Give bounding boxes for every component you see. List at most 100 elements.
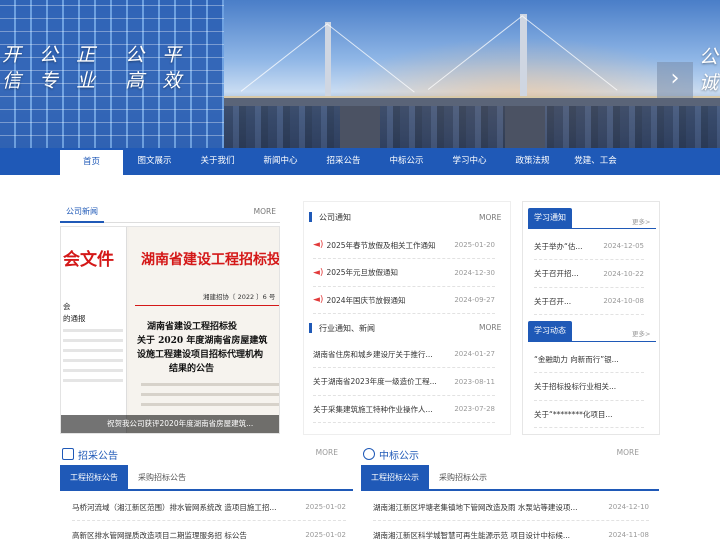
list-item-title: 关于召开招... (534, 269, 579, 278)
list-item-date: 2024-09-27 (454, 296, 495, 304)
list-item[interactable]: 湖南省住房和城乡建设厅关于推行... 2024-01-27 (313, 341, 495, 368)
tender-section-header: 招采公告 MORE (62, 445, 354, 463)
nav-item[interactable]: 中标公示 (375, 148, 438, 175)
document-icon (62, 448, 74, 460)
nav-item[interactable]: 首页 (60, 148, 123, 175)
target-icon (363, 448, 375, 460)
page: 开 公 正 公 平 信 专 业 高 效 公 诚 › 首页 图文展示 关于我们 新闻中心… (0, 0, 720, 540)
main-nav: 首页 图文展示 关于我们 新闻中心 招采公告 中标公示 学习中心 政策法规 党建、工会 (0, 148, 720, 175)
list-item[interactable]: 关于“********化项目... (534, 401, 644, 428)
study-news-more-link[interactable]: 更多> (632, 328, 650, 338)
list-item[interactable]: ◄) 2025年元旦放假通知 2024-12-30 (313, 260, 495, 287)
photo-caption: 祝贺我公司获评2020年度湖南省房屋建筑... (61, 415, 279, 433)
list-item[interactable]: ◄) 2024年国庆节放假通知 2024-09-27 (313, 287, 495, 314)
company-news-more-link[interactable]: MORE (254, 201, 276, 223)
list-item[interactable]: 关于举办“估... 2024-12-05 (534, 233, 644, 260)
list-item[interactable]: 马桥河流域（湘江新区范围）排水管网系统改 造项目施工招... 2025-01-02 (72, 494, 346, 521)
bridge-tower-left (325, 22, 331, 98)
list-item-date: 2023-07-28 (454, 405, 495, 413)
doc-headline: 设施工程建设项目招标代理机构 (137, 350, 264, 360)
company-news-header: 公司新闻 MORE (60, 201, 280, 223)
company-notice-more-link[interactable]: MORE (479, 213, 501, 222)
tab-engineering-award[interactable]: 工程招标公示 (361, 465, 429, 491)
list-item-title: 湖南省住房和城乡建设厅关于推行... (313, 349, 433, 359)
bridge-pier (505, 106, 545, 148)
speaker-icon: ◄) (313, 240, 324, 250)
list-item-date: 2024-10-08 (603, 297, 644, 305)
tab-engineering-tender[interactable]: 工程招标公告 (60, 465, 128, 491)
list-item-date: 2024-11-08 (608, 531, 649, 539)
tab-study-notice[interactable]: 学习通知 (528, 208, 572, 228)
text-line (63, 349, 123, 352)
nav-item[interactable]: 党建、工会 (564, 148, 627, 175)
doc-left-heading: 会文件 (63, 250, 114, 270)
list-item[interactable]: 高新区排水管网提质改造项目二期监理服务招 标公告 2025-01-02 (72, 522, 346, 540)
nav-item[interactable]: 新闻中心 (249, 148, 312, 175)
list-item[interactable]: 关于召开招... 2024-10-22 (534, 261, 644, 288)
city-skyline (224, 104, 720, 148)
bridge-pier (340, 106, 380, 148)
list-item-title: 2025年春节放假及相关工作通知 (326, 240, 436, 250)
doc-headline: 湖南省建设工程招标投 (147, 322, 238, 332)
list-item[interactable]: ◄) 2025年春节放假及相关工作通知 2025-01-20 (313, 232, 495, 259)
study-notice-more-link[interactable]: 更多> (632, 216, 650, 226)
section-bar (309, 323, 312, 333)
section-bar (309, 212, 312, 222)
banner-slogan-left: 开 公 正 公 平 信 专 业 高 效 (2, 44, 188, 92)
nav-item[interactable]: 招采公告 (312, 148, 375, 175)
tab-study-news[interactable]: 学习动态 (528, 321, 572, 341)
doc-title: 湖南省建设工程招标投标 (141, 252, 280, 268)
award-tabs: 工程招标公示 采购招标公示 (361, 465, 659, 491)
award-more-link[interactable]: MORE (617, 448, 639, 457)
tab-procurement-tender[interactable]: 采购招标公告 (128, 465, 196, 491)
document-main-page: 湖南省建设工程招标投标 湘建招协〔 2022 〕6 号 湖南省建设工程招标投 关… (129, 227, 280, 433)
list-item-title: 湖南湘江新区坪塘老集镇地下管网改造及雨 水泵站等建设项... (373, 502, 578, 512)
list-item-title: 关于招标投标行业相关... (534, 382, 617, 391)
tender-more-link[interactable]: MORE (316, 448, 338, 457)
industry-news-title: 行业通知、新闻 (319, 324, 375, 333)
list-item[interactable]: 关于招标投标行业相关... (534, 374, 644, 401)
text-line (63, 369, 123, 372)
tab-procurement-award[interactable]: 采购招标公示 (429, 465, 497, 491)
company-news-photo[interactable]: 会文件 会 的通报 湖南省建设工程招标投标 湘建招协〔 2022 〕6 号 湖南… (60, 226, 280, 434)
document-left-page: 会文件 会 的通报 (61, 227, 127, 433)
banner-next-button[interactable]: › (657, 62, 693, 98)
list-item[interactable]: “金融助力 向新而行”银... (534, 346, 644, 373)
list-item[interactable]: 关于召开... 2024-10-08 (534, 288, 644, 315)
list-item[interactable]: 关于湖南省2023年度一级造价工程... 2023-08-11 (313, 369, 495, 396)
text-line (63, 359, 123, 362)
nav-item[interactable]: 学习中心 (438, 148, 501, 175)
list-item-title: “金融助力 向新而行”银... (534, 354, 619, 364)
chevron-right-icon: › (670, 66, 680, 91)
nav-item[interactable]: 关于我们 (186, 148, 249, 175)
hero-banner: 开 公 正 公 平 信 专 业 高 效 公 诚 › (0, 0, 720, 148)
industry-news-more-link[interactable]: MORE (479, 323, 501, 332)
doc-number: 湘建招协〔 2022 〕6 号 (203, 293, 276, 301)
list-item-title: 关于采集建筑施工特种作业操作人... (313, 404, 433, 414)
list-item-date: 2024-12-05 (603, 242, 644, 250)
doc-headline: 结果的公告 (169, 364, 215, 374)
list-item[interactable]: 湖南湘江新区科学城智慧可再生能源示范 项目设计中标候... 2024-11-08 (373, 522, 649, 540)
tab-underline (528, 228, 656, 229)
nav-list: 首页 图文展示 关于我们 新闻中心 招采公告 中标公示 学习中心 政策法规 党建、工会 (60, 148, 627, 175)
list-item-title: 关于湖南省2023年度一级造价工程... (313, 377, 437, 386)
list-item-date: 2024-12-30 (454, 268, 495, 277)
doc-red-rule (135, 305, 279, 306)
text-line (63, 379, 123, 382)
list-item[interactable]: 湖南湘江新区坪塘老集镇地下管网改造及雨 水泵站等建设项... 2024-12-10 (373, 494, 649, 521)
tab-company-news[interactable]: 公司新闻 (60, 201, 104, 223)
speaker-icon: ◄) (313, 295, 324, 305)
banner-slogan-right: 公 诚 (698, 46, 718, 94)
doc-left-line: 的通报 (63, 314, 86, 323)
text-line (141, 403, 279, 406)
company-notice-title: 公司通知 (319, 213, 351, 222)
list-item[interactable]: 关于采集建筑施工特种作业操作人... 2023-07-28 (313, 396, 495, 423)
doc-left-line: 会 (63, 302, 71, 311)
list-item-title: 关于举办“估... (534, 241, 583, 251)
tender-tabs: 工程招标公告 采购招标公告 (60, 465, 353, 491)
text-line (141, 383, 279, 386)
text-line (63, 329, 123, 332)
list-item-title: 2024年国庆节放假通知 (326, 295, 406, 305)
nav-item[interactable]: 图文展示 (123, 148, 186, 175)
nav-item[interactable]: 政策法规 (501, 148, 564, 175)
